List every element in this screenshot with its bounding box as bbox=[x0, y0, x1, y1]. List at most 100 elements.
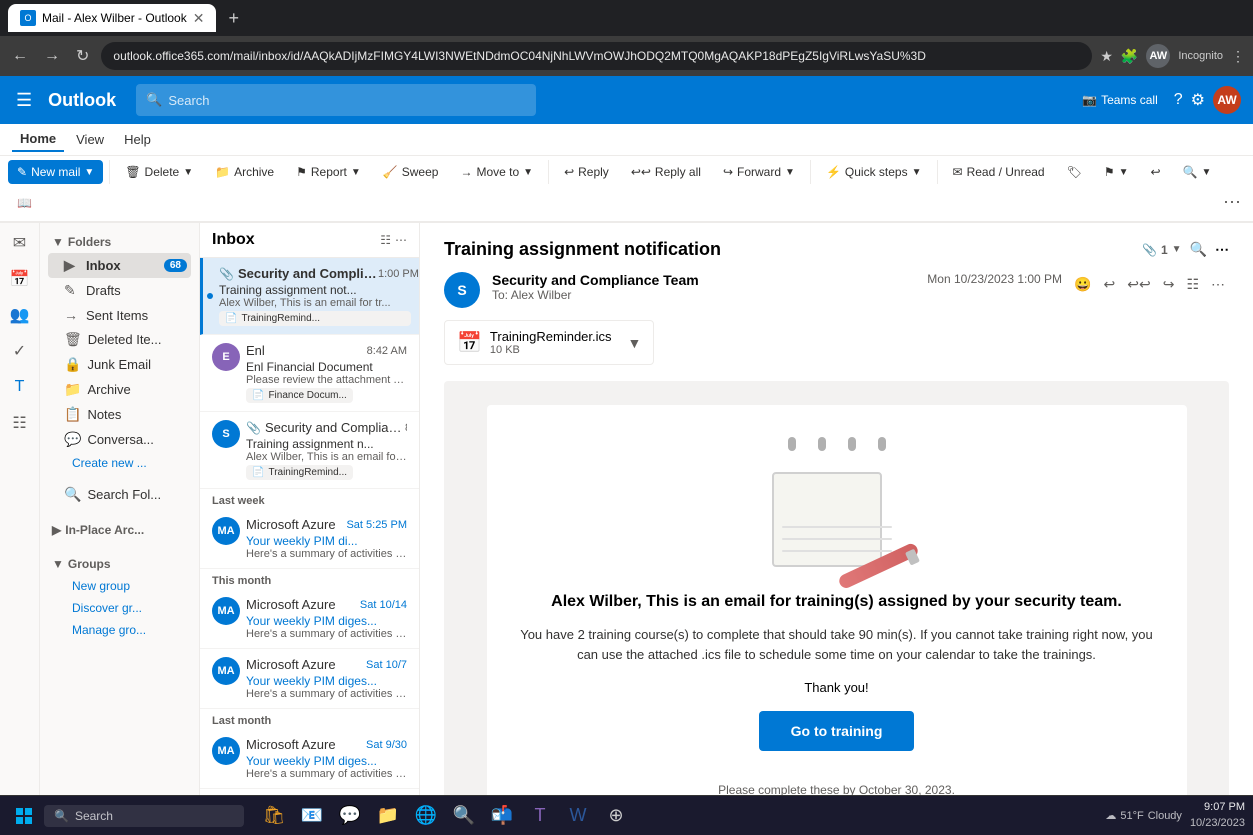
start-button[interactable] bbox=[8, 800, 40, 832]
email-item[interactable]: MA Microsoft Azure Sat 5:25 PM Your week… bbox=[200, 509, 419, 569]
meta-more-button[interactable]: ⋯ bbox=[1207, 272, 1229, 297]
sidebar-archive[interactable]: 📁 Archive bbox=[48, 377, 191, 402]
taskbar-store-icon[interactable]: 🛍 bbox=[256, 798, 292, 834]
sidebar-notes[interactable]: 📋 Notes bbox=[48, 402, 191, 427]
email-item[interactable]: S 📎 Security and Compliance T... 8:20 AM… bbox=[200, 412, 419, 489]
meta-reply-all-button[interactable]: ↩↩ bbox=[1123, 272, 1154, 297]
zoom-button[interactable]: 🔍 ▼ bbox=[1174, 160, 1221, 184]
attachment-dropdown-icon[interactable]: ▼ bbox=[1172, 244, 1182, 255]
new-tab-button[interactable]: + bbox=[220, 8, 247, 29]
immersive-reader-button[interactable]: 📖 bbox=[8, 191, 41, 215]
toolbar-separator-2 bbox=[548, 160, 549, 184]
taskbar-more-icon[interactable]: ⊕ bbox=[598, 798, 634, 834]
report-button[interactable]: ⚑ Report ▼ bbox=[287, 160, 370, 184]
message-search-icon[interactable]: 🔍 bbox=[1190, 241, 1207, 258]
meta-reply-button[interactable]: ↩ bbox=[1100, 272, 1120, 297]
sort-icon[interactable]: ⋯ bbox=[395, 233, 407, 247]
sidebar-conversations[interactable]: 💬 Conversa... bbox=[48, 427, 191, 452]
attachment-card[interactable]: 📅 TrainingReminder.ics 10 KB ▼ bbox=[444, 320, 654, 365]
sidebar-inbox[interactable]: ▶ Inbox 68 bbox=[48, 253, 191, 278]
sidebar-deleted[interactable]: 🗑 Deleted Ite... bbox=[48, 327, 191, 352]
taskbar-file-icon[interactable]: 📁 bbox=[370, 798, 406, 834]
sidebar-drafts[interactable]: ✎ Drafts bbox=[48, 278, 191, 303]
taskbar-teams-icon[interactable]: T bbox=[522, 798, 558, 834]
email-items-scroll[interactable]: 📎 Security and Compliance Te... 1:00 PM … bbox=[200, 258, 419, 835]
sidebar-sent[interactable]: → Sent Items bbox=[48, 303, 191, 327]
menu-icon[interactable]: ⋮ bbox=[1231, 48, 1245, 65]
weather-widget[interactable]: ☁ 51°F Cloudy bbox=[1105, 809, 1182, 822]
create-new-link[interactable]: Create new ... bbox=[48, 452, 191, 474]
taskbar-search-box[interactable]: 🔍 Search bbox=[44, 805, 244, 827]
browser-tab[interactable]: O Mail - Alex Wilber - Outlook ✕ bbox=[8, 4, 216, 32]
rail-people-button[interactable]: 👥 bbox=[4, 299, 36, 331]
extension-icon[interactable]: 🧩 bbox=[1121, 48, 1138, 65]
taskbar-mail-icon[interactable]: 📧 bbox=[294, 798, 330, 834]
read-unread-button[interactable]: ✉ Read / Unread bbox=[944, 160, 1054, 184]
rail-tasks-button[interactable]: ✓ bbox=[4, 335, 36, 367]
delete-button[interactable]: 🗑 Delete ▼ bbox=[116, 160, 202, 184]
email-item[interactable]: 📎 Security and Compliance Te... 1:00 PM … bbox=[200, 258, 419, 335]
taskbar-chat-icon[interactable]: 💬 bbox=[332, 798, 368, 834]
forward-button[interactable]: → bbox=[40, 43, 64, 69]
taskbar-word-icon[interactable]: W bbox=[560, 798, 596, 834]
teams-call-button[interactable]: 📷 Teams call bbox=[1074, 89, 1166, 111]
hamburger-menu[interactable]: ☰ bbox=[12, 86, 36, 115]
new-group-link[interactable]: New group bbox=[48, 575, 191, 597]
settings-icon[interactable]: ⚙ bbox=[1191, 90, 1205, 110]
taskbar-search2-icon[interactable]: 🔍 bbox=[446, 798, 482, 834]
attachment-expand-icon[interactable]: ▼ bbox=[628, 335, 642, 351]
undo-button[interactable]: ↩ bbox=[1142, 160, 1170, 184]
reply-all-button[interactable]: ↩↩ Reply all bbox=[622, 160, 710, 184]
quick-steps-button[interactable]: ⚡ Quick steps ▼ bbox=[817, 160, 931, 184]
rail-calendar-button[interactable]: 📅 bbox=[4, 263, 36, 295]
rail-apps-button[interactable]: ☷ bbox=[4, 407, 36, 439]
email-list: Inbox ☷ ⋯ 📎 bbox=[200, 223, 420, 835]
new-mail-dropdown-icon[interactable]: ▼ bbox=[84, 167, 94, 178]
refresh-button[interactable]: ↻ bbox=[72, 42, 93, 70]
back-button[interactable]: ← bbox=[8, 43, 32, 69]
flag-button[interactable]: ⚑ ▼ bbox=[1095, 160, 1138, 184]
search-input-box[interactable]: 🔍 Search bbox=[136, 84, 536, 116]
archive-button[interactable]: 📁 Archive bbox=[206, 160, 283, 184]
taskbar-browser1-icon[interactable]: 🌐 bbox=[408, 798, 444, 834]
filter-icon[interactable]: ☷ bbox=[380, 233, 391, 247]
tab-help[interactable]: Help bbox=[116, 128, 159, 151]
go-to-training-button[interactable]: Go to training bbox=[759, 711, 915, 751]
user-avatar[interactable]: AW bbox=[1213, 86, 1241, 114]
sidebar-search-folders[interactable]: 🔍 Search Fol... bbox=[48, 482, 191, 507]
attachment-name: TrainingReminder.ics bbox=[490, 329, 612, 344]
move-to-button[interactable]: → Move to ▼ bbox=[451, 160, 542, 184]
taskbar-search-label: Search bbox=[75, 809, 113, 823]
tab-close-button[interactable]: ✕ bbox=[193, 10, 205, 27]
taskbar-outlook-icon[interactable]: 📬 bbox=[484, 798, 520, 834]
sidebar-junk[interactable]: 🔒 Junk Email bbox=[48, 352, 191, 377]
in-place-archive-section[interactable]: ▶ In-Place Arc... bbox=[48, 519, 191, 541]
email-content-area[interactable]: Training assignment notification 📎 1 ▼ 🔍… bbox=[420, 223, 1253, 835]
profile-button[interactable]: AW bbox=[1146, 44, 1170, 68]
help-icon[interactable]: ? bbox=[1174, 91, 1183, 109]
meta-forward-button[interactable]: ↪ bbox=[1159, 272, 1179, 297]
manage-groups-link[interactable]: Manage gro... bbox=[48, 619, 191, 641]
message-more-icon[interactable]: ⋯ bbox=[1215, 241, 1229, 258]
new-mail-button[interactable]: ✎ New mail ▼ bbox=[8, 160, 103, 184]
bookmark-icon[interactable]: ★ bbox=[1100, 48, 1113, 65]
rail-mail-button[interactable]: ✉ bbox=[4, 227, 36, 259]
url-bar[interactable] bbox=[101, 42, 1092, 70]
folders-section-header[interactable]: ▼ Folders bbox=[48, 231, 191, 253]
emoji-button[interactable]: 😀 bbox=[1070, 272, 1095, 297]
forward-button[interactable]: ↪ Forward ▼ bbox=[714, 160, 804, 184]
toolbar-more-button[interactable]: ⋯ bbox=[1219, 188, 1245, 217]
groups-section-header[interactable]: ▼ Groups bbox=[48, 553, 191, 575]
tab-home[interactable]: Home bbox=[12, 127, 64, 152]
sweep-button[interactable]: 🧹 Sweep bbox=[374, 160, 448, 184]
tag-button[interactable]: 🏷 bbox=[1058, 160, 1091, 184]
rail-teams-button[interactable]: T bbox=[4, 371, 36, 403]
tab-view[interactable]: View bbox=[68, 128, 112, 151]
email-item[interactable]: MA Microsoft Azure Sat 10/7 Your weekly … bbox=[200, 649, 419, 709]
email-item[interactable]: MA Microsoft Azure Sat 9/30 Your weekly … bbox=[200, 729, 419, 789]
reply-button[interactable]: ↩ Reply bbox=[555, 160, 618, 184]
email-item[interactable]: MA Microsoft Azure Sat 10/14 Your weekly… bbox=[200, 589, 419, 649]
email-item[interactable]: E Enl 8:42 AM Enl Financial Document Ple… bbox=[200, 335, 419, 412]
discover-groups-link[interactable]: Discover gr... bbox=[48, 597, 191, 619]
meta-grid-button[interactable]: ☷ bbox=[1182, 272, 1203, 297]
